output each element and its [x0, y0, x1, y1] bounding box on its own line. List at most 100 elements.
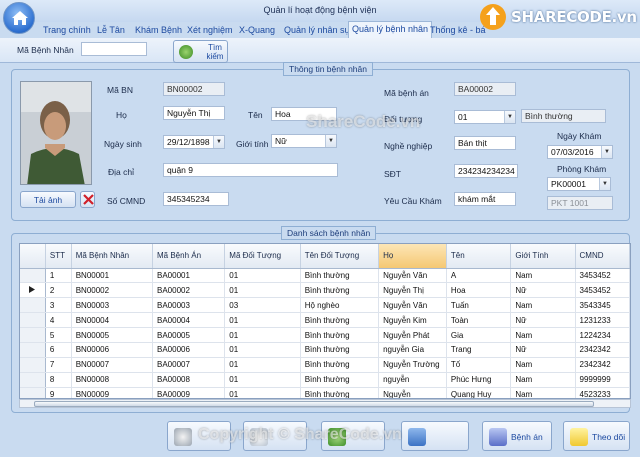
home-icon[interactable] — [3, 2, 35, 34]
so-cmnd-field[interactable]: 345345234 — [163, 192, 229, 206]
table-cell[interactable]: 3543345 — [575, 297, 630, 314]
edit-button[interactable] — [243, 421, 307, 451]
horizontal-scrollbar[interactable] — [19, 399, 631, 408]
chevron-down-icon[interactable]: ▼ — [504, 111, 515, 123]
row-selector[interactable] — [20, 327, 46, 343]
row-selector[interactable] — [20, 387, 46, 398]
tab-kham-benh[interactable]: Khám Bệnh — [135, 22, 182, 38]
table-cell[interactable]: Phúc Hưng — [446, 372, 512, 388]
table-cell[interactable]: 4 — [45, 312, 72, 329]
table-cell[interactable]: BN00002 — [71, 282, 154, 299]
table-cell[interactable]: 01 — [224, 387, 301, 398]
row-selector[interactable] — [20, 372, 46, 388]
table-cell[interactable]: Tuấn — [446, 297, 512, 314]
table-cell[interactable]: 4523233 — [575, 387, 630, 398]
ho-field[interactable]: Nguyễn Thị — [163, 106, 225, 120]
chevron-down-icon[interactable]: ▼ — [213, 136, 224, 148]
column-header[interactable]: Tên — [446, 244, 512, 269]
table-cell[interactable]: 01 — [224, 282, 301, 299]
table-cell[interactable]: BA00005 — [152, 327, 226, 343]
table-row[interactable]: 8 BN00008 BA00008 01 Bình thường nguyễn Phúc H… — [20, 372, 630, 388]
table-cell[interactable]: Nguyễn Kim — [378, 312, 447, 329]
phong-kham-select[interactable]: PK00001 ▼ — [547, 177, 611, 191]
yeu-cau-kham-field[interactable]: khám mắt — [454, 192, 516, 206]
table-cell[interactable]: BN00001 — [71, 268, 154, 284]
table-cell[interactable]: Nam — [510, 387, 576, 398]
table-cell[interactable]: Bình thường — [300, 372, 380, 388]
table-cell[interactable]: 01 — [224, 268, 301, 284]
table-cell[interactable]: BN00004 — [71, 312, 154, 329]
table-cell[interactable]: Nam — [510, 297, 576, 314]
table-cell[interactable]: BA00002 — [152, 282, 226, 299]
table-cell[interactable]: Nam — [510, 327, 576, 343]
table-cell[interactable]: 01 — [224, 312, 301, 329]
table-cell[interactable]: BN00005 — [71, 327, 154, 343]
chevron-down-icon[interactable]: ▼ — [325, 135, 336, 147]
ma-benh-an-field[interactable]: BA00002 — [454, 82, 516, 96]
table-cell[interactable]: 01 — [224, 327, 301, 343]
table-cell[interactable]: BN00007 — [71, 357, 154, 373]
table-cell[interactable]: 2342342 — [575, 357, 630, 373]
column-header[interactable]: Tên Đối Tượng — [300, 244, 380, 269]
table-row[interactable]: 9 BN00009 BA00009 01 Bình thường Nguyễn Quang … — [20, 387, 630, 398]
delete-photo-button[interactable] — [80, 191, 95, 208]
table-cell[interactable]: 9999999 — [575, 372, 630, 388]
row-selector[interactable] — [20, 268, 46, 284]
table-cell[interactable]: Gia — [446, 327, 512, 343]
tab-trang-chinh[interactable]: Trang chính — [43, 22, 91, 38]
table-cell[interactable]: Trang — [446, 342, 512, 358]
table-cell[interactable]: 9 — [45, 387, 72, 398]
table-cell[interactable]: 3453452 — [575, 282, 630, 299]
row-selector[interactable] — [20, 312, 46, 329]
table-cell[interactable]: 03 — [224, 297, 301, 314]
table-row[interactable]: 2 BN00002 BA00002 01 Bình thường Nguyễn Thị Ho… — [20, 282, 630, 299]
table-cell[interactable]: 01 — [224, 342, 301, 358]
table-cell[interactable]: Nữ — [510, 342, 576, 358]
table-cell[interactable]: BN00008 — [71, 372, 154, 388]
row-selector[interactable] — [20, 342, 46, 358]
table-cell[interactable]: 6 — [45, 342, 72, 358]
column-header[interactable]: CMND — [575, 244, 630, 269]
table-cell[interactable]: BA00008 — [152, 372, 226, 388]
table-cell[interactable]: Bình thường — [300, 282, 380, 299]
table-cell[interactable]: Nguyễn Phát — [378, 327, 447, 343]
table-cell[interactable]: Tố — [446, 357, 512, 373]
table-cell[interactable]: nguyễn — [378, 372, 447, 388]
table-row[interactable]: 1 BN00001 BA00001 01 Bình thường Nguyễn Văn A N… — [20, 268, 630, 284]
tab-xet-nghiem[interactable]: Xét nghiệm — [187, 22, 233, 38]
table-cell[interactable]: 5 — [45, 327, 72, 343]
ngay-kham-field[interactable]: 07/03/2016 ▼ — [547, 145, 613, 159]
table-cell[interactable]: Nguyễn Văn — [378, 268, 447, 284]
table-cell[interactable]: BN00009 — [71, 387, 154, 398]
table-cell[interactable]: 3453452 — [575, 268, 630, 284]
table-cell[interactable]: Nữ — [510, 312, 576, 329]
table-cell[interactable]: 7 — [45, 357, 72, 373]
row-selector[interactable] — [20, 357, 46, 373]
table-cell[interactable]: Bình thường — [300, 342, 380, 358]
table-cell[interactable]: 01 — [224, 372, 301, 388]
column-header[interactable]: Mã Bệnh Án — [152, 244, 226, 269]
column-header[interactable]: Giới Tính — [510, 244, 576, 269]
upload-photo-button[interactable]: Tải ảnh — [20, 191, 76, 208]
table-cell[interactable]: Bình thường — [300, 268, 380, 284]
table-cell[interactable]: 2 — [45, 282, 72, 299]
table-cell[interactable]: nguyễn Gia — [378, 342, 447, 358]
table-cell[interactable]: Nam — [510, 268, 576, 284]
chevron-down-icon[interactable]: ▼ — [601, 146, 612, 158]
table-row[interactable]: 4 BN00004 BA00004 01 Bình thường Nguyễn Kim To… — [20, 312, 630, 329]
sdt-field[interactable]: 234234234234 — [454, 164, 518, 178]
table-cell[interactable]: 1224234 — [575, 327, 630, 343]
table-cell[interactable]: A — [446, 268, 512, 284]
tab-x-quang[interactable]: X-Quang — [239, 22, 275, 38]
nghe-nghiep-field[interactable]: Bán thịt — [454, 136, 516, 150]
table-cell[interactable]: BA00009 — [152, 387, 226, 398]
table-cell[interactable]: Bình thường — [300, 357, 380, 373]
table-cell[interactable]: BA00007 — [152, 357, 226, 373]
tab-quan-ly-benh-nhan[interactable]: Quản lý bệnh nhân — [348, 21, 433, 38]
table-cell[interactable]: BA00003 — [152, 297, 226, 314]
column-header[interactable]: Mã Bệnh Nhân — [71, 244, 154, 269]
table-cell[interactable]: Bình thường — [300, 387, 380, 398]
chevron-down-icon[interactable]: ▼ — [599, 178, 610, 190]
tab-quan-ly-nhan-su[interactable]: Quản lý nhân sự — [284, 22, 351, 38]
table-cell[interactable]: Nam — [510, 372, 576, 388]
